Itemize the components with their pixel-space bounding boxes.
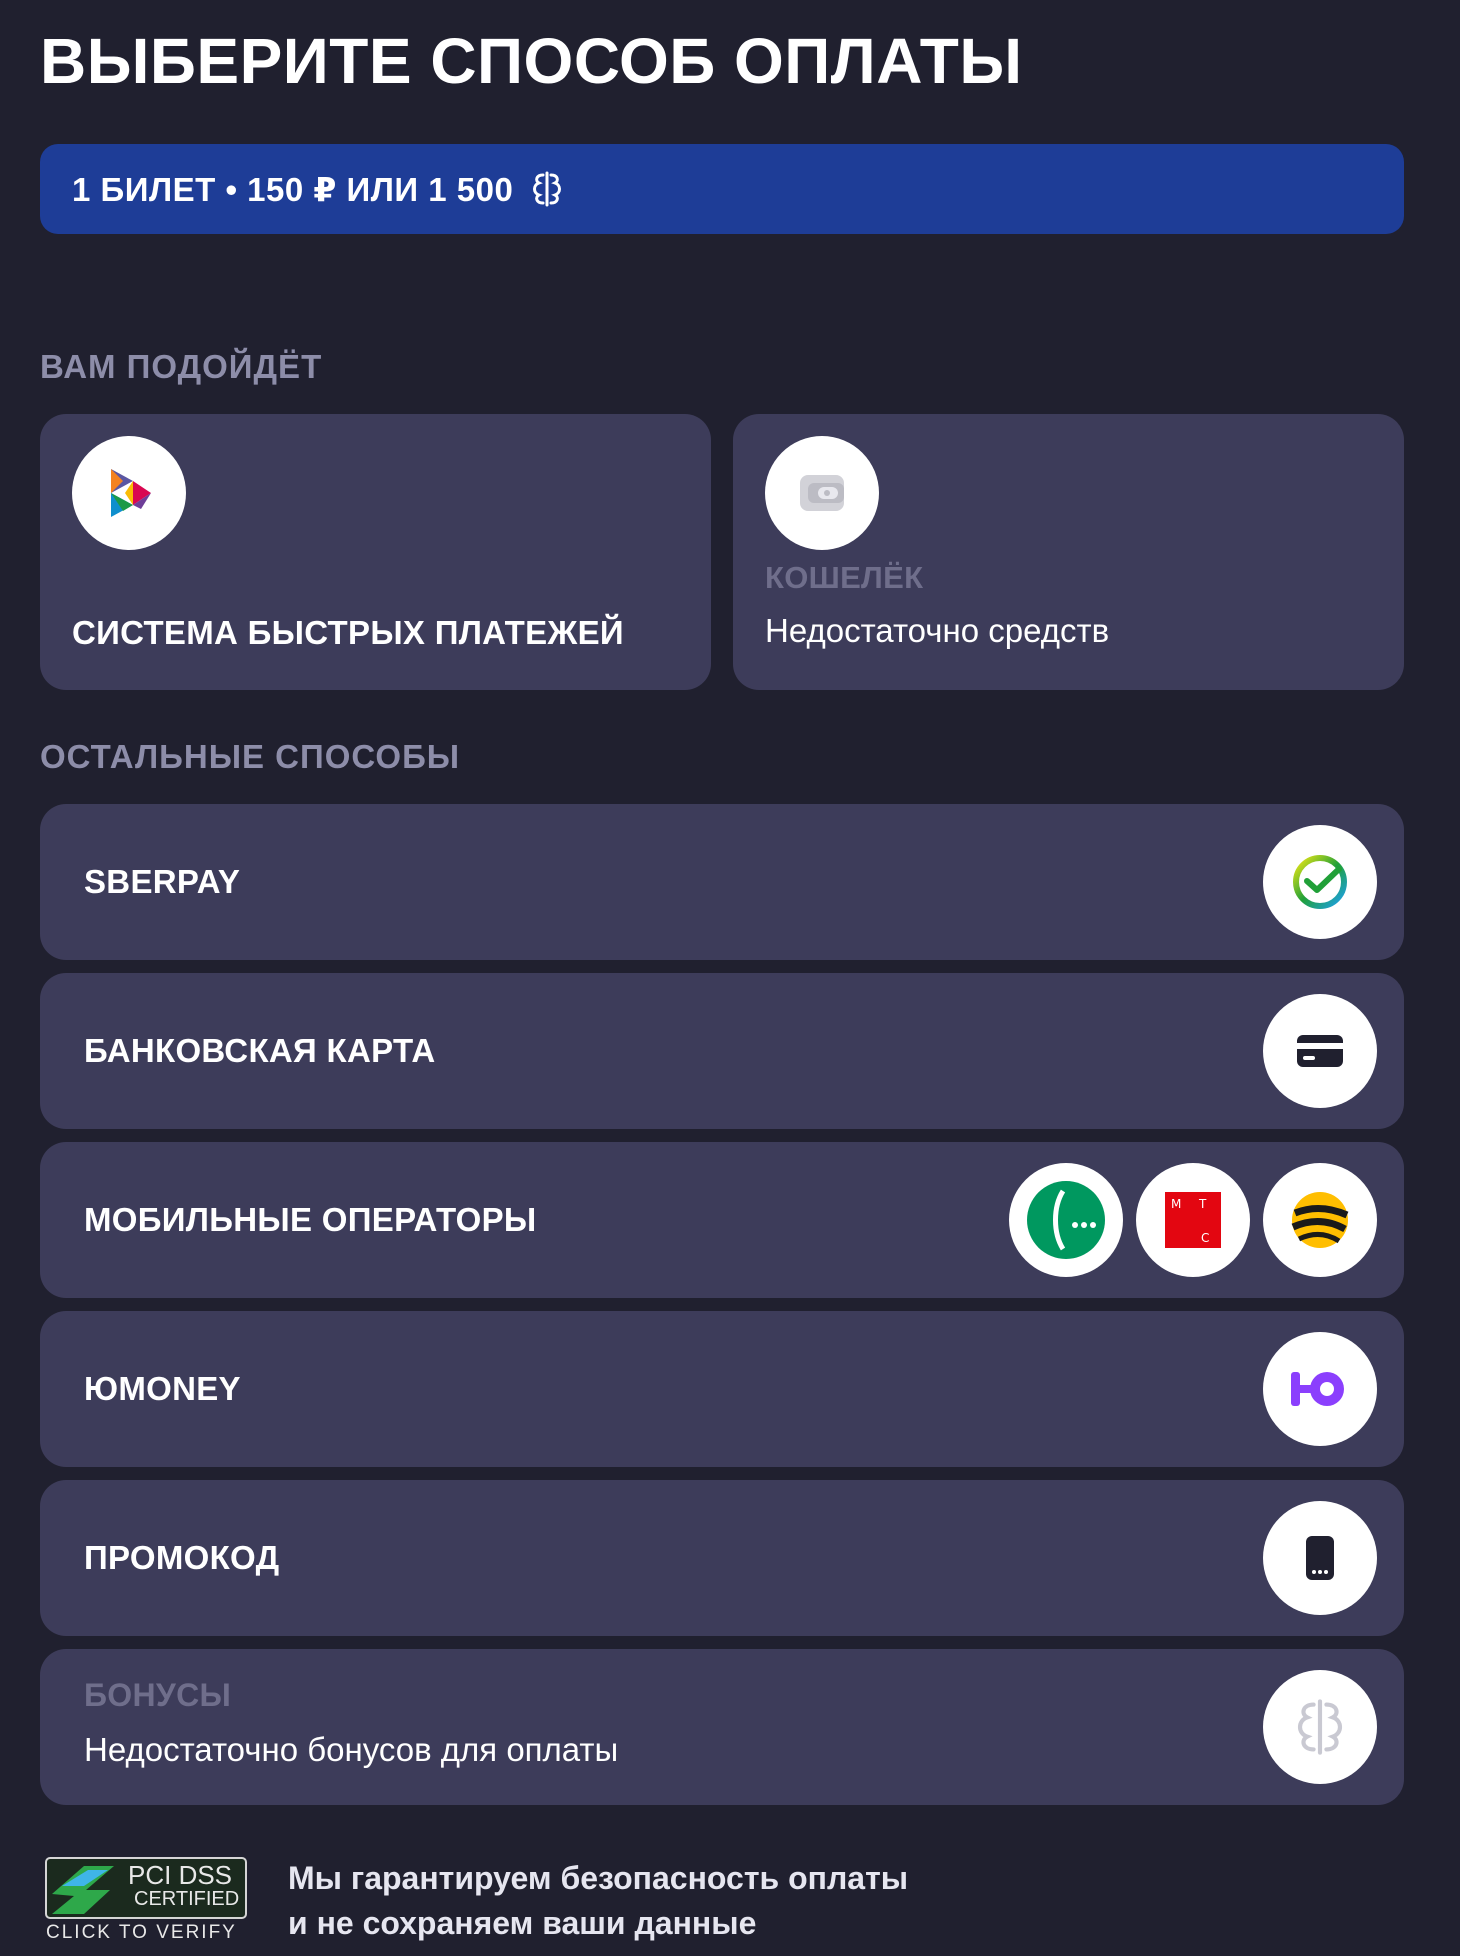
others-section-label: ОСТАЛЬНЫЕ СПОСОБЫ bbox=[40, 738, 461, 775]
pci-badge-top: PCI DSS bbox=[128, 1860, 233, 1890]
sbp-payment-option[interactable]: СИСТЕМА БЫСТРЫХ ПЛАТЕЖЕЙ bbox=[40, 414, 711, 690]
bonuses-title: БОНУСЫ bbox=[84, 1677, 232, 1713]
yoomoney-icon bbox=[1263, 1332, 1377, 1446]
security-note-line1: Мы гарантируем безопасность оплаты bbox=[288, 1860, 909, 1896]
bonuses-payment-option[interactable]: БОНУСЫ Недостаточно бонусов для оплаты bbox=[40, 1649, 1404, 1805]
svg-text:С: С bbox=[1201, 1231, 1209, 1245]
yoomoney-payment-option[interactable]: ЮMONEY bbox=[40, 1311, 1404, 1467]
promocode-label: ПРОМОКОД bbox=[84, 1539, 280, 1576]
sbp-logo-icon bbox=[72, 436, 186, 550]
sberpay-label: SBERPAY bbox=[84, 863, 241, 900]
promo-card-icon bbox=[1263, 1501, 1377, 1615]
mobile-operators-payment-option[interactable]: МОБИЛЬНЫЕ ОПЕРАТОРЫ М Т С bbox=[40, 1142, 1404, 1298]
credit-card-icon bbox=[1263, 994, 1377, 1108]
recommended-section-label: ВАМ ПОДОЙДЁТ bbox=[40, 348, 323, 385]
ticket-summary-text: 1 БИЛЕТ • 150 ₽ ИЛИ 1 500 bbox=[72, 170, 514, 208]
bonus-coin-icon bbox=[1263, 1670, 1377, 1784]
bonus-coin-icon bbox=[527, 169, 567, 209]
pci-badge-bottom: CLICK TO VERIFY bbox=[46, 1922, 237, 1943]
sberpay-icon bbox=[1263, 825, 1377, 939]
yoomoney-label: ЮMONEY bbox=[84, 1370, 241, 1407]
wallet-payment-option[interactable]: КОШЕЛЁК Недостаточно средств bbox=[733, 414, 1404, 690]
promocode-payment-option[interactable]: ПРОМОКОД bbox=[40, 1480, 1404, 1636]
security-note-line2: и не сохраняем ваши данные bbox=[288, 1905, 757, 1941]
mts-icon: М Т С bbox=[1136, 1163, 1250, 1277]
sberpay-payment-option[interactable]: SBERPAY bbox=[40, 804, 1404, 960]
ticket-summary-banner: 1 БИЛЕТ • 150 ₽ ИЛИ 1 500 bbox=[40, 144, 1404, 234]
megafon-icon bbox=[1009, 1163, 1123, 1277]
svg-text:М: М bbox=[1171, 1197, 1181, 1211]
security-note: Мы гарантируем безопасность оплаты и не … bbox=[288, 1856, 908, 1946]
mobile-operators-label: МОБИЛЬНЫЕ ОПЕРАТОРЫ bbox=[84, 1201, 537, 1238]
page-title: ВЫБЕРИТЕ СПОСОБ ОПЛАТЫ bbox=[40, 25, 1023, 97]
wallet-subtitle: Недостаточно средств bbox=[765, 612, 1110, 649]
bank-card-label: БАНКОВСКАЯ КАРТА bbox=[84, 1032, 436, 1069]
bank-card-payment-option[interactable]: БАНКОВСКАЯ КАРТА bbox=[40, 973, 1404, 1129]
sbp-title: СИСТЕМА БЫСТРЫХ ПЛАТЕЖЕЙ bbox=[72, 614, 624, 651]
pci-badge-mid: CERTIFIED bbox=[134, 1888, 240, 1910]
beeline-icon bbox=[1263, 1163, 1377, 1277]
wallet-icon bbox=[765, 436, 879, 550]
pci-dss-badge[interactable]: PCI DSS CERTIFIED CLICK TO VERIFY bbox=[44, 1856, 248, 1946]
security-footer: PCI DSS CERTIFIED CLICK TO VERIFY Мы гар… bbox=[40, 1856, 1404, 1946]
wallet-title: КОШЕЛЁК bbox=[765, 560, 924, 595]
bonuses-subtitle: Недостаточно бонусов для оплаты bbox=[84, 1731, 619, 1768]
svg-text:Т: Т bbox=[1198, 1197, 1207, 1211]
